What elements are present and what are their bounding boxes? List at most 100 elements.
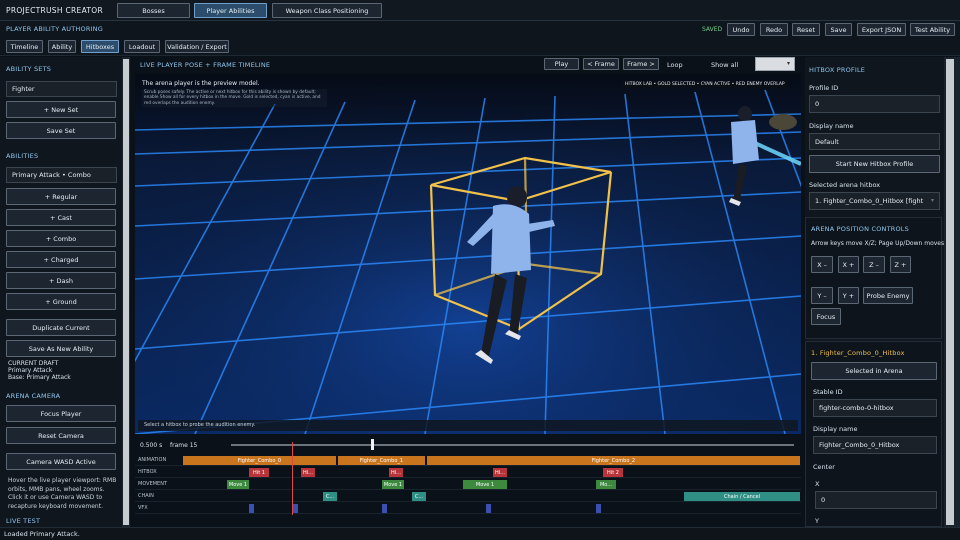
center-x-label: X xyxy=(815,480,820,488)
show-all-select[interactable]: ▾ xyxy=(755,57,795,71)
scrub-slider[interactable] xyxy=(231,444,794,446)
center-label: Center xyxy=(813,463,835,471)
camera-wasd-button[interactable]: Camera WASD Active xyxy=(6,453,116,470)
y-minus-button[interactable]: Y – xyxy=(811,287,833,304)
tab-loadout[interactable]: Loadout xyxy=(124,40,160,53)
hitbox-display-name-label: Display name xyxy=(813,425,858,433)
hitbox-legend: HITBOX LAB • GOLD SELECTED • CYAN ACTIVE… xyxy=(623,81,787,88)
save-set-button[interactable]: Save Set xyxy=(6,122,116,139)
ability-select[interactable]: Primary Attack • Combo xyxy=(6,167,117,183)
export-json-button[interactable]: Export JSON xyxy=(857,23,906,36)
status-text: Loaded Primary Attack. xyxy=(4,530,80,538)
timeline-block-vfx[interactable] xyxy=(596,504,601,513)
timeline-block-chain[interactable]: C... xyxy=(412,492,426,501)
stable-id-label: Stable ID xyxy=(813,388,843,396)
x-minus-button[interactable]: X – xyxy=(811,256,833,273)
start-new-hitbox-profile-button[interactable]: Start New Hitbox Profile xyxy=(809,155,940,173)
timeline-block-vfx[interactable] xyxy=(293,504,298,513)
hitbox-detail-card: 1. Fighter_Combo_0_Hitbox Selected in Ar… xyxy=(805,341,942,527)
redo-button[interactable]: Redo xyxy=(760,23,788,36)
timeline-block-animation[interactable]: Fighter_Combo_1 xyxy=(338,456,425,465)
overlay-title: The arena player is the preview model. xyxy=(142,80,260,87)
undo-button[interactable]: Undo xyxy=(727,23,755,36)
display-name-field[interactable]: Default xyxy=(809,133,940,150)
profile-id-label: Profile ID xyxy=(809,84,839,92)
timeline-block-vfx[interactable] xyxy=(249,504,254,513)
tab-player-abilities[interactable]: Player Abilities xyxy=(194,3,267,18)
tab-validation-export[interactable]: Validation / Export xyxy=(165,40,229,53)
scrub-slider-thumb[interactable] xyxy=(370,439,374,450)
add-cast-button[interactable]: + Cast xyxy=(6,209,116,226)
arena-camera-title: ARENA CAMERA xyxy=(6,392,61,400)
timeline-block-animation[interactable]: Fighter_Combo_0 xyxy=(183,456,336,465)
selected-hitbox-select[interactable]: 1. Fighter_Combo_0_Hitbox [fight xyxy=(809,192,940,210)
timeline-block-movement[interactable]: Move 1 xyxy=(463,480,507,489)
timeline-block-movement[interactable]: Move 1 xyxy=(382,480,404,489)
timeline-block-hitbox[interactable]: Hit 1 xyxy=(249,468,269,477)
stable-id-field[interactable]: fighter-combo-0-hitbox xyxy=(813,399,937,417)
z-minus-button[interactable]: Z – xyxy=(863,256,885,273)
arena-viewport[interactable]: The arena player is the preview model. S… xyxy=(135,74,801,434)
hitbox-display-name-field[interactable]: Fighter_Combo_0_Hitbox xyxy=(813,436,937,454)
z-plus-button[interactable]: Z + xyxy=(890,256,911,273)
current-draft-title: CURRENT DRAFT xyxy=(8,360,59,367)
next-frame-button[interactable]: Frame > xyxy=(623,58,659,70)
add-dash-button[interactable]: + Dash xyxy=(6,272,116,289)
ability-sets-title: ABILITY SETS xyxy=(6,65,52,73)
timeline-block-chain[interactable]: Chain / Cancel xyxy=(684,492,800,501)
tab-bosses[interactable]: Bosses xyxy=(117,3,190,18)
timeline-block-animation[interactable]: Fighter_Combo_2 xyxy=(427,456,800,465)
timeline-block-hitbox[interactable]: Hi... xyxy=(493,468,507,477)
ability-set-field[interactable]: Fighter xyxy=(6,81,117,97)
timeline-block-movement[interactable]: Move 1 xyxy=(227,480,249,489)
duplicate-current-button[interactable]: Duplicate Current xyxy=(6,319,116,336)
focus-button[interactable]: Focus xyxy=(811,308,841,325)
save-button[interactable]: Save xyxy=(825,23,852,36)
reset-button[interactable]: Reset xyxy=(792,23,820,36)
timeline-block-hitbox[interactable]: Hit 2 xyxy=(603,468,623,477)
timeline-block-hitbox[interactable]: Hi... xyxy=(301,468,315,477)
frame-readout: frame 15 xyxy=(170,442,198,449)
y-plus-button[interactable]: Y + xyxy=(838,287,859,304)
save-as-new-ability-button[interactable]: Save As New Ability xyxy=(6,340,116,357)
hitbox-profile-title: HITBOX PROFILE xyxy=(809,66,866,74)
display-name-label: Display name xyxy=(809,122,854,130)
timeline-block-movement[interactable]: Mo... xyxy=(596,480,616,489)
right-scrollbar-thumb[interactable] xyxy=(946,59,954,525)
chevron-down-icon: ▾ xyxy=(931,197,935,204)
selected-hitbox-label: Selected arena hitbox xyxy=(809,181,881,189)
timeline-block-vfx[interactable] xyxy=(486,504,491,513)
probe-enemy-button[interactable]: Probe Enemy xyxy=(863,287,913,304)
loop-toggle[interactable]: Loop xyxy=(667,61,683,69)
prev-frame-button[interactable]: < Frame xyxy=(583,58,619,70)
timeline-block-hitbox[interactable]: Hi... xyxy=(389,468,403,477)
new-set-button[interactable]: + New Set xyxy=(6,101,116,118)
arena-position-title: ARENA POSITION CONTROLS xyxy=(811,225,909,233)
center-x-field[interactable]: 0 xyxy=(815,491,937,509)
left-scrollbar-thumb[interactable] xyxy=(123,59,129,525)
add-combo-button[interactable]: + Combo xyxy=(6,230,116,247)
tab-timeline[interactable]: Timeline xyxy=(6,40,43,53)
timeline-tracks: ANIMATION HITBOX MOVEMENT CHAIN VFX Figh… xyxy=(135,442,801,517)
chevron-down-icon: ▾ xyxy=(786,60,790,67)
app-title: PROJECTRUSH CREATOR xyxy=(6,6,104,15)
timeline-block-vfx[interactable] xyxy=(382,504,387,513)
probe-hint: Select a hitbox to probe the audition en… xyxy=(138,420,798,431)
tab-weapon-class-positioning[interactable]: Weapon Class Positioning xyxy=(272,3,382,18)
tab-ability[interactable]: Ability xyxy=(48,40,76,53)
viewport-panel: LIVE PLAYER POSE + FRAME TIMELINE Play <… xyxy=(135,57,801,527)
tab-hitboxes[interactable]: Hitboxes xyxy=(81,40,119,53)
add-ground-button[interactable]: + Ground xyxy=(6,293,116,310)
add-regular-button[interactable]: + Regular xyxy=(6,188,116,205)
focus-player-button[interactable]: Focus Player xyxy=(6,405,116,422)
x-plus-button[interactable]: X + xyxy=(838,256,859,273)
playhead[interactable] xyxy=(292,442,293,515)
add-charged-button[interactable]: + Charged xyxy=(6,251,116,268)
profile-id-field[interactable]: 0 xyxy=(809,95,940,113)
play-button[interactable]: Play xyxy=(544,58,579,70)
overlay-description: Scrub poses safely. The active or next h… xyxy=(142,89,327,108)
test-ability-button[interactable]: Test Ability xyxy=(910,23,955,36)
selected-in-arena-button[interactable]: Selected in Arena xyxy=(811,362,937,380)
timeline-block-chain[interactable]: C... xyxy=(323,492,337,501)
reset-camera-button[interactable]: Reset Camera xyxy=(6,427,116,444)
